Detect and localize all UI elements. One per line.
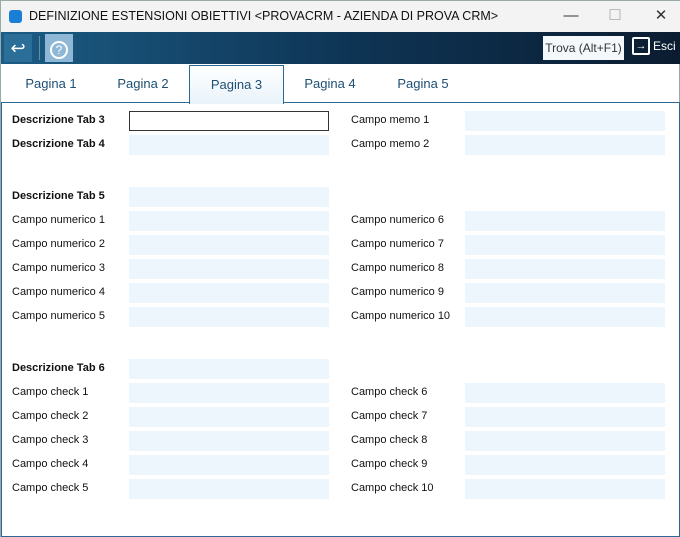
- campo-memo-2-label: Campo memo 2: [351, 138, 430, 150]
- exit-icon: →: [632, 37, 650, 55]
- app-icon: [9, 10, 22, 23]
- help-button[interactable]: ?: [45, 34, 73, 62]
- campo-numerico-1-input[interactable]: [129, 211, 329, 231]
- descrizione-tab-6-label: Descrizione Tab 6: [12, 362, 105, 374]
- campo-check-5-label: Campo check 5: [12, 482, 89, 494]
- tab-pagina-2[interactable]: Pagina 2: [101, 65, 185, 103]
- tab-pagina-1[interactable]: Pagina 1: [9, 65, 93, 103]
- campo-check-9-input[interactable]: [465, 455, 665, 475]
- find-button[interactable]: Trova (Alt+F1): [543, 36, 624, 60]
- campo-numerico-9-label: Campo numerico 9: [351, 286, 444, 298]
- campo-numerico-6-input[interactable]: [465, 211, 665, 231]
- campo-check-4-label: Campo check 4: [12, 458, 89, 470]
- descrizione-tab-4-input[interactable]: [129, 135, 329, 155]
- close-button[interactable]: ✕: [641, 5, 680, 27]
- campo-check-8-label: Campo check 8: [351, 434, 428, 446]
- back-icon: ↩: [10, 38, 26, 58]
- descrizione-tab-5-label: Descrizione Tab 5: [12, 190, 105, 202]
- exit-label: Esci: [653, 39, 676, 53]
- tab-pagina-3[interactable]: Pagina 3: [189, 65, 284, 104]
- campo-numerico-8-label: Campo numerico 8: [351, 262, 444, 274]
- campo-check-2-label: Campo check 2: [12, 410, 89, 422]
- campo-numerico-3-input[interactable]: [129, 259, 329, 279]
- campo-check-5-input[interactable]: [129, 479, 329, 499]
- tab-pagina-5[interactable]: Pagina 5: [381, 65, 465, 103]
- campo-check-9-label: Campo check 9: [351, 458, 428, 470]
- descrizione-tab-5-input[interactable]: [129, 187, 329, 207]
- campo-memo-2-input[interactable]: [465, 135, 665, 155]
- campo-check-6-label: Campo check 6: [351, 386, 428, 398]
- campo-numerico-10-input[interactable]: [465, 307, 665, 327]
- campo-memo-1-label: Campo memo 1: [351, 114, 430, 126]
- campo-check-7-input[interactable]: [465, 407, 665, 427]
- campo-check-3-input[interactable]: [129, 431, 329, 451]
- descrizione-tab-4-label: Descrizione Tab 4: [12, 138, 105, 150]
- minimize-button[interactable]: —: [551, 5, 591, 27]
- campo-numerico-7-input[interactable]: [465, 235, 665, 255]
- title-bar: DEFINIZIONE ESTENSIONI OBIETTIVI <PROVAC…: [1, 1, 680, 32]
- campo-numerico-4-label: Campo numerico 4: [12, 286, 105, 298]
- campo-numerico-2-input[interactable]: [129, 235, 329, 255]
- campo-check-1-label: Campo check 1: [12, 386, 89, 398]
- campo-check-1-input[interactable]: [129, 383, 329, 403]
- campo-numerico-8-input[interactable]: [465, 259, 665, 279]
- maximize-button[interactable]: ☐: [595, 5, 635, 27]
- campo-numerico-6-label: Campo numerico 6: [351, 214, 444, 226]
- back-button[interactable]: ↩: [4, 34, 32, 62]
- campo-numerico-9-input[interactable]: [465, 283, 665, 303]
- campo-numerico-1-label: Campo numerico 1: [12, 214, 105, 226]
- exit-button[interactable]: → Esci: [632, 37, 676, 55]
- tab-pagina-4[interactable]: Pagina 4: [288, 65, 372, 103]
- window-title: DEFINIZIONE ESTENSIONI OBIETTIVI <PROVAC…: [29, 9, 499, 23]
- toolbar-divider: [39, 36, 40, 60]
- campo-numerico-4-input[interactable]: [129, 283, 329, 303]
- descrizione-tab-6-input[interactable]: [129, 359, 329, 379]
- descrizione-tab-3-input[interactable]: [129, 111, 329, 131]
- campo-check-10-label: Campo check 10: [351, 482, 434, 494]
- campo-check-6-input[interactable]: [465, 383, 665, 403]
- campo-numerico-3-label: Campo numerico 3: [12, 262, 105, 274]
- campo-check-3-label: Campo check 3: [12, 434, 89, 446]
- campo-numerico-7-label: Campo numerico 7: [351, 238, 444, 250]
- campo-check-4-input[interactable]: [129, 455, 329, 475]
- campo-numerico-5-label: Campo numerico 5: [12, 310, 105, 322]
- campo-numerico-10-label: Campo numerico 10: [351, 310, 451, 322]
- help-icon: ?: [50, 41, 68, 59]
- campo-memo-1-input[interactable]: [465, 111, 665, 131]
- campo-numerico-5-input[interactable]: [129, 307, 329, 327]
- campo-check-2-input[interactable]: [129, 407, 329, 427]
- descrizione-tab-3-label: Descrizione Tab 3: [12, 114, 105, 126]
- campo-check-10-input[interactable]: [465, 479, 665, 499]
- campo-check-7-label: Campo check 7: [351, 410, 428, 422]
- campo-numerico-2-label: Campo numerico 2: [12, 238, 105, 250]
- campo-check-8-input[interactable]: [465, 431, 665, 451]
